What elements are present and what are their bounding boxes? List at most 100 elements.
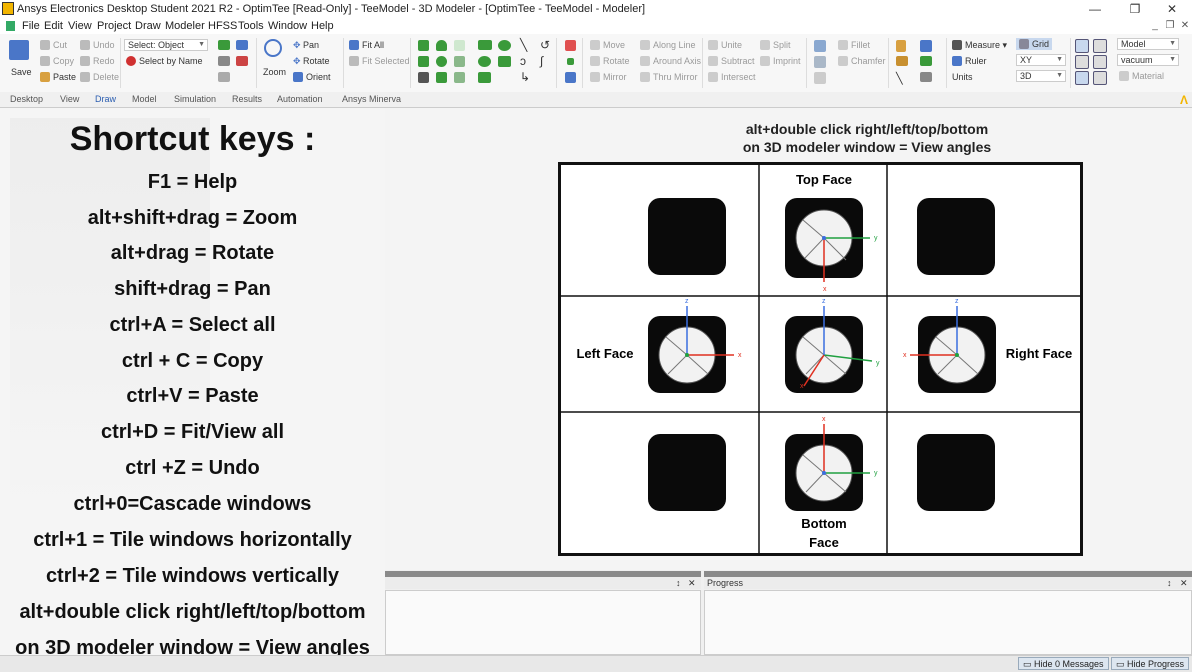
menu-window[interactable]: Window xyxy=(268,20,307,32)
select-mode-dropdown[interactable]: Select: Object ▼ xyxy=(124,39,208,51)
bondwire-icon[interactable] xyxy=(436,72,447,83)
pan-button[interactable]: Pan xyxy=(303,40,319,50)
tab-model[interactable]: Model xyxy=(132,94,157,104)
redo-button[interactable]: Redo xyxy=(93,56,115,66)
mirror-button[interactable]: Mirror xyxy=(603,72,627,82)
material-dropdown[interactable]: vacuum ▼ xyxy=(1117,54,1179,66)
menu-view[interactable]: View xyxy=(68,20,92,32)
select-by-name-button[interactable]: Select by Name xyxy=(139,56,203,66)
grid-button[interactable]: Grid xyxy=(1032,39,1049,49)
plane-icon[interactable] xyxy=(565,72,576,83)
subtract-button[interactable]: Subtract xyxy=(721,56,755,66)
intersect-button[interactable]: Intersect xyxy=(721,72,756,82)
chamfer-button[interactable]: Chamfer xyxy=(851,56,886,66)
mdi-restore-button[interactable]: ❐ xyxy=(1163,20,1177,31)
wrap-icon[interactable] xyxy=(814,72,826,84)
menu-modeler[interactable]: Modeler xyxy=(165,20,205,32)
point-icon[interactable]: ↳ xyxy=(520,70,530,84)
model-dropdown[interactable]: Model ▼ xyxy=(1117,38,1179,50)
view-icon[interactable] xyxy=(1093,71,1107,85)
object-icon[interactable] xyxy=(896,56,908,66)
polygon-icon[interactable] xyxy=(498,56,511,67)
close-messages-button[interactable]: ✕ xyxy=(688,578,696,589)
dimension-dropdown[interactable]: 3D ▼ xyxy=(1016,70,1066,82)
helix-icon[interactable] xyxy=(454,40,465,51)
ruler-button[interactable]: Ruler xyxy=(965,56,987,66)
move-button[interactable]: Move xyxy=(603,40,625,50)
along-line-button[interactable]: Along Line xyxy=(653,40,696,50)
circle-icon[interactable] xyxy=(478,56,491,67)
menu-edit[interactable]: Edit xyxy=(44,20,63,32)
torus-icon[interactable] xyxy=(454,56,465,67)
tab-automation[interactable]: Automation xyxy=(277,94,323,104)
undo-button[interactable]: Undo xyxy=(93,40,115,50)
view-icon[interactable] xyxy=(1093,39,1107,53)
view-icon[interactable] xyxy=(1075,55,1089,69)
snap-icon[interactable] xyxy=(920,72,932,82)
mdi-close-button[interactable]: ✕ xyxy=(1178,20,1192,31)
mdi-minimize-button[interactable]: _ xyxy=(1148,20,1162,31)
close-button[interactable]: ✕ xyxy=(1162,2,1182,16)
tab-desktop[interactable]: Desktop xyxy=(10,94,43,104)
units-button[interactable]: Units xyxy=(952,72,973,82)
around-axis-button[interactable]: Around Axis xyxy=(653,56,701,66)
line-icon[interactable]: ╲ xyxy=(520,38,527,52)
equation-curve-icon[interactable]: ∫ xyxy=(540,54,543,68)
point-dot-icon[interactable] xyxy=(567,58,574,65)
copy-button[interactable]: Copy xyxy=(53,56,74,66)
unite-button[interactable]: Unite xyxy=(721,40,742,50)
fillet-button[interactable]: Fillet xyxy=(851,40,870,50)
menu-hfss[interactable]: HFSS xyxy=(208,20,237,32)
view-icon[interactable] xyxy=(1075,71,1089,85)
measure-button[interactable]: Measure xyxy=(965,40,1000,50)
hide-progress-button[interactable]: ▭ Hide Progress xyxy=(1111,657,1190,670)
coordinate-icon[interactable] xyxy=(920,40,932,52)
menu-tools[interactable]: Tools xyxy=(238,20,264,32)
cone-icon[interactable] xyxy=(418,56,429,67)
relative-cs-icon[interactable] xyxy=(565,40,576,51)
cylinder-icon[interactable] xyxy=(436,40,447,51)
arc-icon[interactable]: ↺ xyxy=(540,38,550,52)
rectangle-icon[interactable] xyxy=(478,40,492,50)
ellipse-icon[interactable] xyxy=(498,40,511,51)
regular-polygon-icon[interactable] xyxy=(478,72,491,83)
paste-button[interactable]: Paste xyxy=(53,72,76,82)
axis-icon[interactable] xyxy=(920,56,932,66)
hand-icon[interactable] xyxy=(896,40,906,52)
spiral-icon[interactable] xyxy=(454,72,465,83)
box-icon[interactable] xyxy=(418,40,429,51)
rotate-object-button[interactable]: Rotate xyxy=(603,56,630,66)
fit-selected-button[interactable]: Fit Selected xyxy=(362,56,410,66)
hide-messages-button[interactable]: ▭ Hide 0 Messages xyxy=(1018,657,1109,670)
split-button[interactable]: Split xyxy=(773,40,791,50)
thru-mirror-button[interactable]: Thru Mirror xyxy=(653,72,698,82)
view-icon[interactable] xyxy=(1075,39,1089,53)
menu-draw[interactable]: Draw xyxy=(135,20,161,32)
message-manager-pane[interactable] xyxy=(385,590,701,655)
imprint-button[interactable]: Imprint xyxy=(773,56,801,66)
tab-ansys-minerva[interactable]: Ansys Minerva xyxy=(342,94,401,104)
thicken-icon[interactable] xyxy=(814,56,826,68)
zoom-button[interactable]: Zoom xyxy=(263,67,286,77)
rotate-button[interactable]: Rotate xyxy=(303,56,330,66)
menu-file[interactable]: File xyxy=(22,20,40,32)
close-progress-button[interactable]: ✕ xyxy=(1180,578,1188,589)
polyhedron-icon[interactable] xyxy=(418,72,429,83)
tab-draw[interactable]: Draw xyxy=(95,94,116,104)
menu-help[interactable]: Help xyxy=(311,20,334,32)
material-button[interactable]: Material xyxy=(1132,71,1164,81)
tab-simulation[interactable]: Simulation xyxy=(174,94,216,104)
spline-icon[interactable]: ↄ xyxy=(520,54,526,68)
fit-all-button[interactable]: Fit All xyxy=(362,40,384,50)
maximize-button[interactable]: ❐ xyxy=(1125,2,1145,16)
cut-button[interactable]: Cut xyxy=(53,40,67,50)
tab-results[interactable]: Results xyxy=(232,94,262,104)
delete-button[interactable]: Delete xyxy=(93,72,119,82)
pin-icon[interactable]: ↕ xyxy=(676,578,681,588)
save-button[interactable]: Save xyxy=(11,67,32,77)
menu-project[interactable]: Project xyxy=(97,20,131,32)
sweep-icon[interactable] xyxy=(814,40,826,52)
orient-button[interactable]: Orient xyxy=(306,72,331,82)
progress-pane[interactable] xyxy=(704,590,1192,655)
modeler-window[interactable]: alt+double click right/left/top/bottom o… xyxy=(385,108,1192,570)
